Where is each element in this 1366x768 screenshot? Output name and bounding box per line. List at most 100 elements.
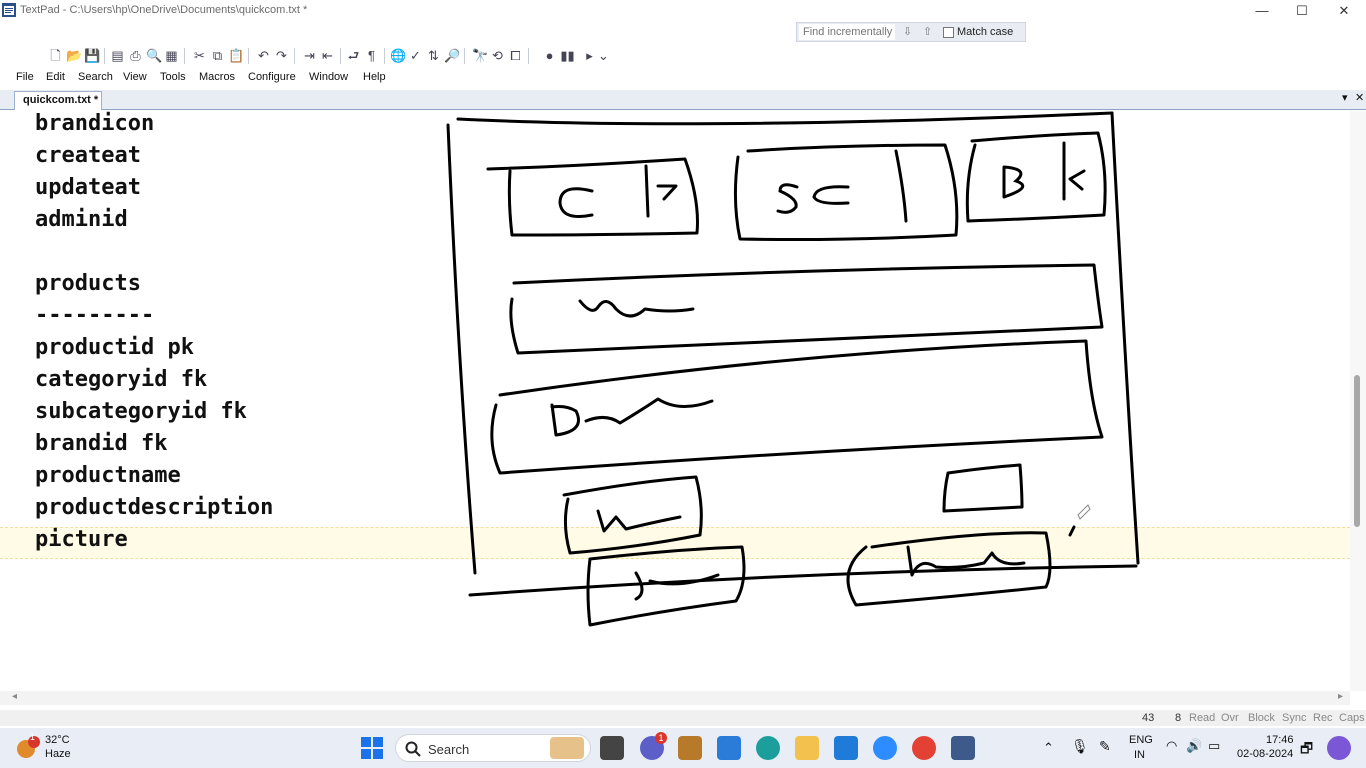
window-title: TextPad - C:\Users\hp\OneDrive\Documents…: [20, 4, 308, 16]
toolbar: 🗋 📂 💾 ▤ ⎙ 🔍 ▦ ✂ ⧉ 📋 ↶ ↷ ⇥ ⇤ ⮐ ¶ 🌐 ✓ ⇅ 🔎 …: [40, 46, 610, 66]
task-view-icon[interactable]: [600, 736, 624, 760]
tab-list-dropdown[interactable]: ▾: [1342, 91, 1348, 104]
status-sync: Sync: [1282, 712, 1307, 724]
clock-date[interactable]: 02-08-2024: [1237, 748, 1293, 760]
status-caps: Caps: [1339, 712, 1365, 724]
menu-edit[interactable]: Edit: [46, 71, 65, 83]
status-bar: 43 8 Read Ovr Block Sync Rec Caps: [0, 710, 1366, 726]
web-browser-icon[interactable]: 🌐: [390, 48, 406, 63]
copy-icon[interactable]: ⧉: [210, 48, 225, 63]
status-block: Block: [1248, 712, 1275, 724]
scroll-right-arrow-icon[interactable]: ▸: [1338, 691, 1343, 702]
manage-files-icon[interactable]: ▦: [164, 48, 179, 63]
open-folder-icon[interactable]: 📂: [66, 48, 82, 63]
print-icon[interactable]: ⎙: [128, 48, 143, 63]
menu-file[interactable]: File: [16, 71, 34, 83]
match-case-label: Match case: [957, 26, 1014, 38]
find-previous-button[interactable]: ⇧: [923, 25, 932, 38]
find-icon[interactable]: 🔭: [472, 48, 488, 63]
language-top[interactable]: ENG: [1129, 734, 1153, 746]
menu-search[interactable]: Search: [78, 71, 113, 83]
replace-icon[interactable]: ⟲: [490, 48, 505, 63]
pause-macro-icon[interactable]: ▮▮: [560, 48, 575, 63]
undo-icon[interactable]: ↶: [256, 48, 271, 63]
copilot-icon[interactable]: [1327, 736, 1351, 760]
chat-badge: 1: [655, 732, 667, 744]
windows-start-icon[interactable]: [361, 737, 383, 759]
textpad-app-icon: [2, 3, 16, 17]
app-pinned-icon[interactable]: [678, 736, 702, 760]
new-file-icon[interactable]: 🗋: [48, 48, 63, 63]
status-rec: Rec: [1313, 712, 1333, 724]
vertical-scroll-thumb[interactable]: [1354, 375, 1360, 527]
close-button[interactable]: ✕: [1324, 2, 1364, 20]
menu-help[interactable]: Help: [363, 71, 386, 83]
status-column: 8: [1175, 712, 1182, 724]
find-next-button[interactable]: ⇩: [903, 25, 912, 38]
print-preview-icon[interactable]: 🔍: [146, 48, 162, 63]
paste-icon[interactable]: 📋: [228, 48, 244, 63]
pen-icon[interactable]: ✎: [1099, 738, 1111, 755]
sort-icon[interactable]: ⇅: [426, 48, 441, 63]
minimize-button[interactable]: —: [1242, 2, 1282, 20]
cut-icon[interactable]: ✂: [192, 48, 207, 63]
file-explorer-icon[interactable]: [795, 736, 819, 760]
weather-haze-icon: [17, 736, 40, 758]
zoom-icon[interactable]: [873, 736, 897, 760]
language-bottom[interactable]: IN: [1134, 749, 1145, 761]
menu-tools[interactable]: Tools: [160, 71, 186, 83]
record-macro-icon[interactable]: ●: [542, 48, 557, 63]
save-all-icon[interactable]: ▤: [110, 48, 125, 63]
tab-close-button[interactable]: ✕: [1355, 91, 1364, 104]
clock-time[interactable]: 17:46: [1266, 734, 1294, 746]
weather-temperature: 32°C: [45, 734, 70, 746]
outdent-icon[interactable]: ⇤: [320, 48, 335, 63]
notification-icon[interactable]: 🗗: [1300, 738, 1313, 762]
chrome-icon[interactable]: [912, 736, 936, 760]
toolbar-overflow-icon[interactable]: ⌄: [596, 48, 611, 63]
status-read: Read: [1189, 712, 1216, 724]
word-wrap-icon[interactable]: ⮐: [346, 48, 361, 63]
weather-badge: 1: [30, 732, 36, 742]
battery-icon[interactable]: ▭: [1208, 738, 1220, 754]
redo-icon[interactable]: ↷: [274, 48, 289, 63]
find-bar: ⇩ ⇧ Match case: [796, 22, 1026, 42]
menu-window[interactable]: Window: [309, 71, 348, 83]
editor-pane[interactable]: brandicon createat updateat adminid prod…: [0, 111, 1350, 691]
maximize-button[interactable]: ☐: [1282, 2, 1322, 20]
match-case-checkbox[interactable]: [943, 27, 954, 38]
find-in-files-icon[interactable]: 🔎: [444, 48, 460, 63]
windows-taskbar: 1 32°C Haze Search 1 ⌃ 🎙 ✎ ENG IN ◠ 🔊 ▭ …: [0, 728, 1366, 768]
taskbar-search-box[interactable]: Search: [395, 734, 591, 762]
horizontal-scrollbar[interactable]: ◂ ▸: [0, 691, 1350, 705]
pilcrow-icon[interactable]: ¶: [364, 48, 379, 63]
handwritten-wireframe-sketch: [446, 111, 1140, 627]
save-icon[interactable]: 💾: [84, 48, 100, 63]
document-tab-strip: quickcom.txt * ▾ ✕: [0, 90, 1366, 110]
search-label: Search: [428, 742, 470, 757]
menu-bar: File Edit Search View Tools Macros Confi…: [0, 69, 1366, 87]
vscode-icon[interactable]: [834, 736, 858, 760]
compare-icon[interactable]: ⧠: [508, 48, 523, 63]
volume-icon[interactable]: 🔊: [1186, 738, 1202, 754]
menu-view[interactable]: View: [123, 71, 147, 83]
play-macro-icon[interactable]: ▸: [582, 48, 597, 63]
tray-overflow-chevron-icon[interactable]: ⌃: [1043, 740, 1054, 756]
textpad-taskbar-icon[interactable]: [951, 736, 975, 760]
menu-macros[interactable]: Macros: [199, 71, 235, 83]
vertical-scrollbar[interactable]: [1350, 111, 1366, 691]
search-highlight-icon: [550, 737, 584, 759]
spell-check-icon[interactable]: ✓: [408, 48, 423, 63]
title-bar: TextPad - C:\Users\hp\OneDrive\Documents…: [0, 0, 1366, 22]
store-icon[interactable]: [717, 736, 741, 760]
menu-configure[interactable]: Configure: [248, 71, 296, 83]
tab-quickcom[interactable]: quickcom.txt *: [14, 91, 102, 110]
indent-icon[interactable]: ⇥: [302, 48, 317, 63]
search-icon: [405, 741, 421, 757]
edge-browser-icon[interactable]: [756, 736, 780, 760]
scroll-left-arrow-icon[interactable]: ◂: [12, 691, 17, 702]
wifi-icon[interactable]: ◠: [1166, 738, 1177, 754]
microphone-icon[interactable]: 🎙: [1071, 738, 1089, 755]
find-incrementally-input[interactable]: [799, 24, 895, 40]
status-ovr: Ovr: [1221, 712, 1239, 724]
